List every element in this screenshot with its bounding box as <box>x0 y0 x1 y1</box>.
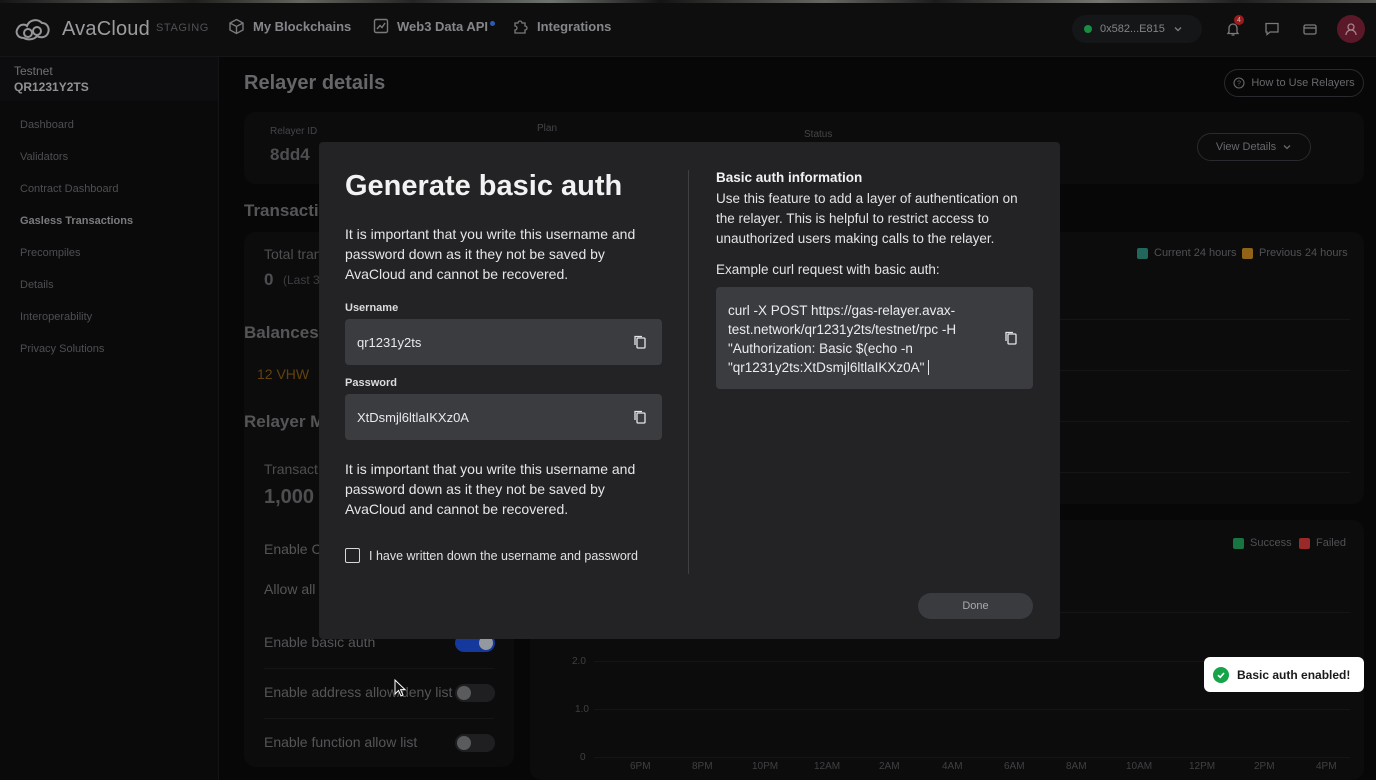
warning-text-top: It is important that you write this user… <box>345 226 636 282</box>
mouse-pointer-icon <box>394 679 406 697</box>
curl-example-text: curl -X POST https://gas-relayer.avax-te… <box>728 303 957 375</box>
text-caret <box>928 360 930 375</box>
check-circle-icon <box>1213 666 1229 683</box>
copy-password-icon[interactable] <box>632 409 648 425</box>
dialog-title: Generate basic auth <box>345 170 623 202</box>
password-value: XtDsmjl6ltlaIKXz0A <box>357 409 469 425</box>
generate-basic-auth-dialog: Generate basic auth It is important that… <box>319 142 1060 639</box>
vertical-divider <box>688 170 689 574</box>
info-heading: Basic auth information <box>716 170 863 185</box>
confirm-checkbox[interactable] <box>345 548 360 563</box>
username-field[interactable]: qr1231y2ts <box>345 319 662 365</box>
copy-curl-icon[interactable] <box>1003 330 1019 346</box>
success-toast: Basic auth enabled! <box>1204 657 1364 692</box>
confirm-written-down-checkbox-row[interactable]: I have written down the username and pas… <box>345 548 638 563</box>
curl-example-box[interactable]: curl -X POST https://gas-relayer.avax-te… <box>716 287 1033 389</box>
info-text: Use this feature to add a layer of authe… <box>716 191 1018 246</box>
password-label: Password <box>345 377 397 389</box>
done-label: Done <box>962 600 989 612</box>
username-value: qr1231y2ts <box>357 334 422 350</box>
toast-message: Basic auth enabled! <box>1237 667 1351 682</box>
copy-username-icon[interactable] <box>632 334 648 350</box>
password-field[interactable]: XtDsmjl6ltlaIKXz0A <box>345 394 662 440</box>
confirm-checkbox-label: I have written down the username and pas… <box>369 548 638 563</box>
curl-example-text-wrap: curl -X POST https://gas-relayer.avax-te… <box>728 301 990 377</box>
username-label: Username <box>345 302 399 314</box>
done-button[interactable]: Done <box>918 593 1033 619</box>
warning-text-bottom: It is important that you write this user… <box>345 461 636 517</box>
example-label: Example curl request with basic auth: <box>716 262 940 277</box>
